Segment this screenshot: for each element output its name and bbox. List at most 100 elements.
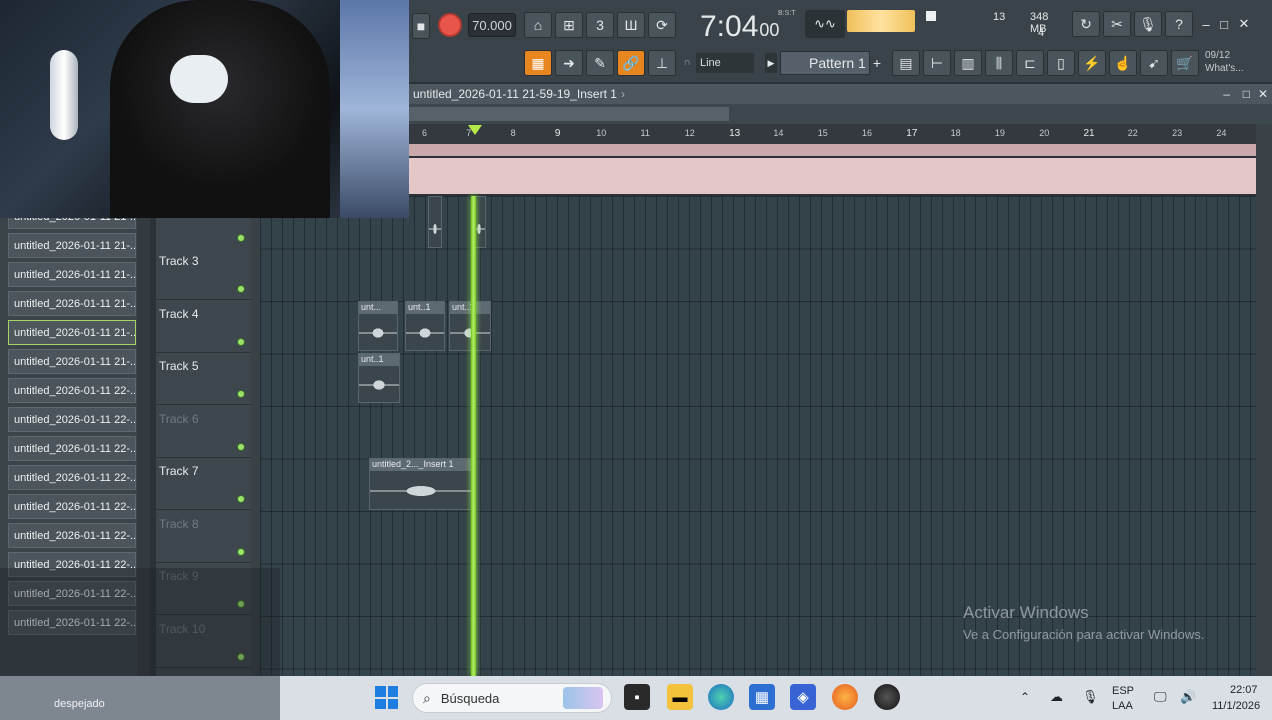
browser-item[interactable]: untitled_2026-01-11 21-... xyxy=(8,349,136,374)
close-icon[interactable]: ✕ xyxy=(1236,14,1252,34)
refresh-icon[interactable]: ↻ xyxy=(1072,11,1100,37)
minimize-icon[interactable]: – xyxy=(1198,14,1214,34)
browser-item[interactable]: untitled_2026-01-11 22-... xyxy=(8,436,136,461)
weather-widget[interactable]: despejado xyxy=(0,676,280,720)
pattern-prev-icon[interactable]: ▶ xyxy=(765,53,777,73)
playlist-icon[interactable]: ▤ xyxy=(892,50,920,76)
cart-icon[interactable]: 🛒 xyxy=(1171,50,1199,76)
maximize-icon[interactable]: □ xyxy=(1216,14,1232,34)
mixer-icon[interactable]: ⫼ xyxy=(985,50,1013,76)
arrow-tool-icon[interactable]: ➜ xyxy=(555,50,583,76)
clock-date[interactable]: 11/1/2026 xyxy=(1212,700,1260,712)
track-enable-icon[interactable] xyxy=(237,390,245,398)
browser-icon[interactable]: ⊏ xyxy=(1016,50,1044,76)
browser-item[interactable]: untitled_2026-01-11 22-... xyxy=(8,523,136,548)
track-enable-icon[interactable] xyxy=(237,337,245,346)
master-level-meter xyxy=(847,10,915,32)
cloud-icon[interactable]: ☁ xyxy=(1050,689,1063,705)
loop-record-icon[interactable]: ⟳ xyxy=(648,12,676,38)
help-icon[interactable]: ? xyxy=(1165,11,1193,37)
playlist-title-bar[interactable]: untitled_2026-01-11 21-59-19_Insert 1 › … xyxy=(409,84,1272,104)
browser-item[interactable]: untitled_2026-01-11 21-... xyxy=(8,291,136,316)
timeline-ruler[interactable]: 6 7 8 9 10 11 12 13 14 15 16 17 18 19 20 21 22 23 24 xyxy=(409,124,1259,144)
track-header[interactable]: Track 6 xyxy=(156,406,251,458)
clock-time[interactable]: 22:07 xyxy=(1230,684,1258,696)
volume-icon[interactable]: 🔊 xyxy=(1180,689,1196,705)
audio-clip[interactable]: unt..1 xyxy=(358,353,400,403)
track-enable-icon[interactable] xyxy=(237,442,245,451)
playlist-grid[interactable] xyxy=(260,196,1256,676)
pen-tool-icon[interactable]: ✎ xyxy=(586,50,614,76)
metronome-icon[interactable]: ⌂ xyxy=(524,12,552,38)
add-pattern-icon[interactable]: + xyxy=(870,53,884,73)
performance-icon[interactable]: ➹ xyxy=(1140,50,1168,76)
task-view-icon[interactable]: ▪ xyxy=(624,684,650,710)
scissors-icon[interactable]: ✂ xyxy=(1103,11,1131,37)
track-header[interactable]: Track 5 xyxy=(156,353,251,405)
touch-keyboard-icon[interactable]: ☝ xyxy=(1109,50,1137,76)
track-header[interactable]: Track 8 xyxy=(156,511,251,563)
microphone-record-icon[interactable]: 🎙 xyxy=(1134,11,1162,37)
track-enable-icon[interactable] xyxy=(237,285,245,293)
browser-item[interactable]: untitled_2026-01-11 21-... xyxy=(8,233,136,258)
track-enable-icon[interactable] xyxy=(237,234,245,242)
track-header[interactable]: Track 7 xyxy=(156,458,251,510)
microphone-icon[interactable]: 🎙 xyxy=(1082,689,1099,705)
close-icon[interactable]: ✕ xyxy=(1258,87,1268,101)
obs-icon[interactable] xyxy=(874,684,900,710)
browser-item[interactable]: untitled_2026-01-11 22-... xyxy=(8,494,136,519)
audio-clip[interactable]: unt..1 xyxy=(405,301,445,351)
chevron-right-icon[interactable]: › xyxy=(621,87,625,101)
edge-icon[interactable] xyxy=(708,684,734,710)
app-icon[interactable]: ◈ xyxy=(790,684,816,710)
playhead[interactable] xyxy=(471,196,476,676)
news-panel[interactable]: 09/12 What's... xyxy=(1205,49,1244,75)
browser-item[interactable]: untitled_2026-01-11 21-... xyxy=(8,262,136,287)
plugin-icon[interactable]: ⚡ xyxy=(1078,50,1106,76)
minimize-icon[interactable]: – xyxy=(1223,87,1230,101)
stop-button[interactable]: ■ xyxy=(412,13,430,39)
browser-item[interactable]: untitled_2026-01-11 22-... xyxy=(8,407,136,432)
vertical-scrollbar[interactable] xyxy=(1256,124,1272,676)
memory-usage: 348 MB xyxy=(1030,11,1049,35)
maximize-icon[interactable]: □ xyxy=(1243,87,1250,101)
step-edit-icon[interactable]: Ш xyxy=(617,12,645,38)
chevron-up-icon[interactable]: ⌃ xyxy=(1020,690,1030,704)
network-icon[interactable]: 🖵 xyxy=(1154,689,1167,705)
audio-clip[interactable]: unt... xyxy=(358,301,398,351)
audio-clip[interactable]: untitled_2..._Insert 1 xyxy=(369,458,473,510)
link-icon[interactable]: 🔗 xyxy=(617,50,645,76)
channel-rack-icon[interactable]: ⊢ xyxy=(923,50,951,76)
record-button[interactable] xyxy=(438,13,462,37)
wait-input-icon[interactable]: ⊞ xyxy=(555,12,583,38)
track-enable-icon[interactable] xyxy=(237,547,245,556)
browser-item[interactable]: untitled_2026-01-11 21-... xyxy=(8,320,136,345)
project-icon[interactable]: ▯ xyxy=(1047,50,1075,76)
track-enable-icon[interactable] xyxy=(237,495,245,503)
fl-studio-icon[interactable] xyxy=(832,684,858,710)
clip-partial[interactable] xyxy=(428,196,442,248)
store-icon[interactable]: ▦ xyxy=(749,684,775,710)
scroll-thumb[interactable] xyxy=(409,107,729,121)
piano-roll-icon[interactable]: ▦ xyxy=(524,50,552,76)
pattern-selector[interactable]: Pattern 1 xyxy=(780,51,870,75)
region[interactable]: LAA xyxy=(1112,700,1133,712)
magnet-icon[interactable]: ∩ xyxy=(681,55,693,69)
tempo-display[interactable]: 70.000 xyxy=(468,13,516,37)
step-sequencer-icon[interactable]: ▥ xyxy=(954,50,982,76)
playhead-marker-icon[interactable] xyxy=(468,125,482,135)
track-header[interactable]: Track 4 xyxy=(156,301,251,353)
track-header[interactable]: Track 3 xyxy=(156,248,251,300)
browser-item[interactable]: untitled_2026-01-11 22-... xyxy=(8,378,136,403)
audio-clip[interactable]: unt..1 xyxy=(449,301,491,351)
snap-select[interactable]: Line xyxy=(696,53,754,73)
language[interactable]: ESP xyxy=(1112,685,1134,697)
file-explorer-icon[interactable]: ▬ xyxy=(667,684,693,710)
browser-item[interactable]: untitled_2026-01-11 22-... xyxy=(8,465,136,490)
countdown-icon[interactable]: 3 xyxy=(586,12,614,38)
pattern-lane[interactable] xyxy=(409,158,1256,194)
taskbar-search[interactable]: ⌕ Búsqueda xyxy=(412,683,612,713)
start-button[interactable] xyxy=(375,686,398,709)
stamp-icon[interactable]: ⊥ xyxy=(648,50,676,76)
horizontal-scrollbar[interactable] xyxy=(409,104,1272,124)
